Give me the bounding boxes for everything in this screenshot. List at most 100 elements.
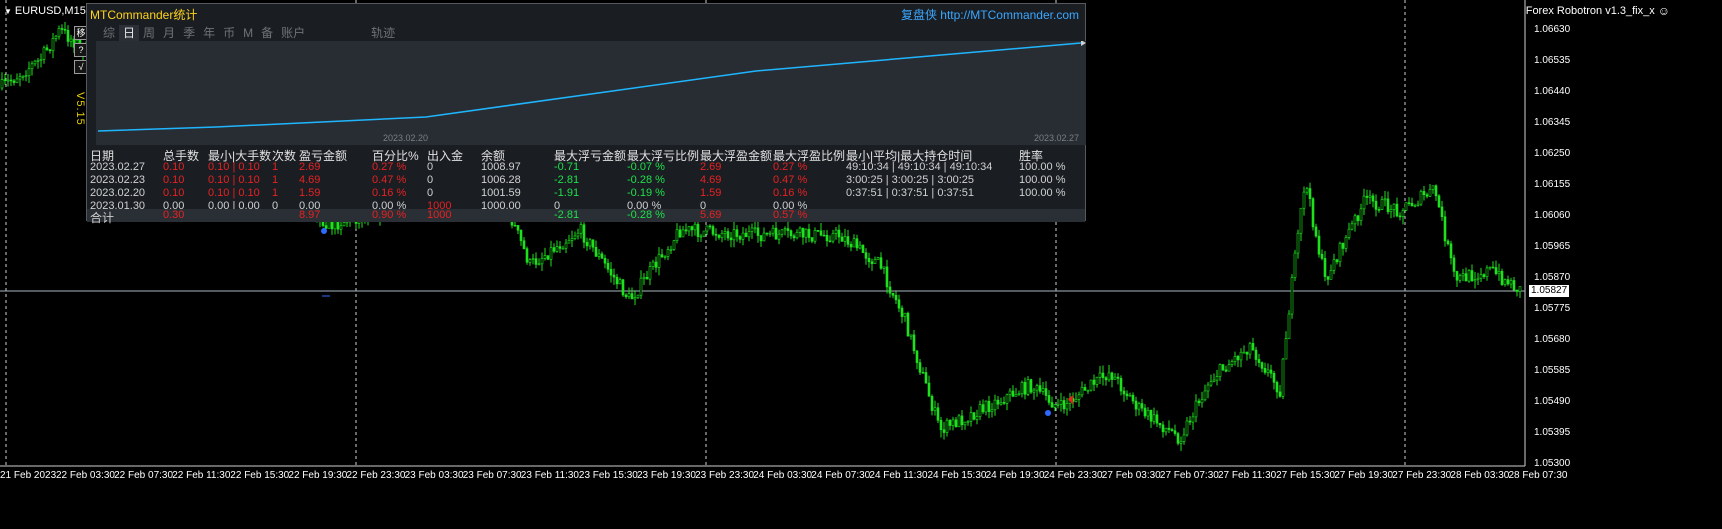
tab-year[interactable]: 年 — [199, 25, 219, 41]
candle-body — [1443, 216, 1447, 242]
candle-body — [582, 224, 586, 243]
tab-currency[interactable]: 币 — [219, 25, 239, 41]
candle-body — [1251, 343, 1255, 351]
cell-percent: 0.27 % — [372, 161, 407, 173]
candle-body — [1518, 286, 1522, 292]
candle-body — [1368, 195, 1372, 198]
candle-body — [942, 429, 946, 433]
candle-body — [1512, 280, 1516, 291]
candle-body — [1311, 198, 1315, 228]
candle-body — [762, 232, 766, 242]
candle-body — [1470, 270, 1474, 282]
tab-week[interactable]: 周 — [139, 25, 159, 41]
candle-body — [1323, 258, 1327, 277]
candle-body — [879, 257, 883, 269]
candle-body — [1305, 188, 1309, 193]
website-link[interactable]: 复盘侠 http://MTCommander.com — [901, 6, 1079, 23]
tab-note[interactable]: 备 — [257, 25, 277, 41]
candle-body — [1050, 402, 1054, 408]
candle-body — [60, 28, 64, 30]
candle-body — [1059, 400, 1063, 405]
candle-body — [864, 252, 868, 259]
cell-balance: 1006.28 — [481, 174, 521, 186]
candle-body — [849, 244, 853, 248]
candle-body — [1176, 433, 1180, 444]
candle-body — [1329, 270, 1333, 280]
time-axis[interactable]: 21 Feb 2023 22 Feb 03:30 22 Feb 07:30 22 Fe… — [0, 466, 1567, 482]
candle-body — [585, 241, 589, 247]
dropdown-triangle-icon[interactable]: ▼ — [4, 7, 12, 16]
candle-body — [1173, 430, 1177, 434]
time-label: 23 Feb 03:30 — [404, 470, 464, 481]
total-row: 合计 0.30 8.97 0.90 % 1000 -2.81 -0.28 % 5… — [87, 209, 1085, 225]
candle-body — [648, 266, 652, 280]
equity-line — [97, 42, 1082, 132]
candle-body — [615, 276, 619, 285]
candle-body — [1254, 349, 1258, 360]
candle-body — [1416, 203, 1420, 206]
candle-body — [1155, 414, 1159, 424]
candle-body — [933, 407, 937, 411]
tab-account[interactable]: 账户 — [277, 25, 309, 41]
cell-pnl: 2.69 — [299, 161, 321, 173]
candle-body — [798, 227, 802, 233]
candle-body — [1473, 279, 1477, 282]
tab-track[interactable]: 轨迹 — [367, 25, 399, 41]
cell-total-lots: 0.10 — [163, 161, 185, 173]
candle-body — [1191, 416, 1195, 423]
candle-body — [1269, 369, 1273, 374]
candle-body — [342, 222, 346, 227]
candle-body — [1197, 400, 1201, 404]
candle-body — [666, 249, 670, 257]
total-lots: 0.30 — [163, 209, 185, 221]
tab-month[interactable]: 月 — [159, 25, 179, 41]
candle-body — [609, 268, 613, 276]
candle-body — [963, 421, 967, 426]
candle-body — [987, 400, 991, 412]
candle-body — [606, 262, 610, 270]
candle-body — [690, 226, 694, 231]
candle-body — [1464, 273, 1468, 282]
candle-body — [1455, 271, 1459, 281]
candle-body — [744, 232, 748, 238]
price-axis[interactable]: 1.05827 1.06630 1.06535 1.06440 1.06345 1.06… — [1525, 0, 1722, 469]
candle-body — [804, 228, 808, 238]
candle-body — [63, 28, 67, 31]
cell-date: 2023.02.27 — [90, 161, 146, 173]
candle-body — [732, 229, 736, 241]
candle-body — [783, 228, 787, 231]
candle-body — [1218, 364, 1222, 377]
time-label: 28 Feb 07:30 — [1508, 470, 1568, 481]
price-label: 1.05585 — [1534, 365, 1571, 376]
candle-body — [705, 225, 709, 232]
candle-body — [972, 412, 976, 420]
tab-quarter[interactable]: 季 — [179, 25, 199, 41]
time-label: 22 Feb 19:30 — [288, 470, 348, 481]
candle-body — [522, 240, 526, 249]
candle-body — [1419, 191, 1423, 205]
candle-body — [723, 231, 727, 234]
cell-count: 1 — [272, 187, 279, 199]
candle-body — [993, 399, 997, 411]
tab-summary[interactable]: 综 — [99, 25, 119, 41]
candle-body — [897, 299, 901, 309]
tab-magic[interactable]: M — [239, 25, 257, 41]
candle-body — [1359, 208, 1363, 222]
tab-day[interactable]: 日 — [119, 25, 140, 41]
candle-body — [759, 235, 763, 242]
candle-body — [714, 233, 718, 236]
candle-body — [1110, 372, 1114, 380]
candle-body — [1008, 390, 1012, 396]
candle-body — [819, 230, 823, 236]
candle-body — [996, 399, 1000, 405]
candle-body — [645, 276, 649, 280]
candle-body — [885, 266, 889, 288]
candle-body — [1404, 202, 1408, 211]
candle-body — [807, 228, 811, 238]
candle-body — [573, 235, 577, 239]
cell-max-float-profit: 2.69 — [700, 161, 722, 173]
candle-body — [1074, 398, 1078, 402]
cell-max-float-loss: -1.91 — [554, 187, 580, 199]
candle-body — [1287, 313, 1291, 339]
price-label: 1.05490 — [1534, 396, 1571, 407]
